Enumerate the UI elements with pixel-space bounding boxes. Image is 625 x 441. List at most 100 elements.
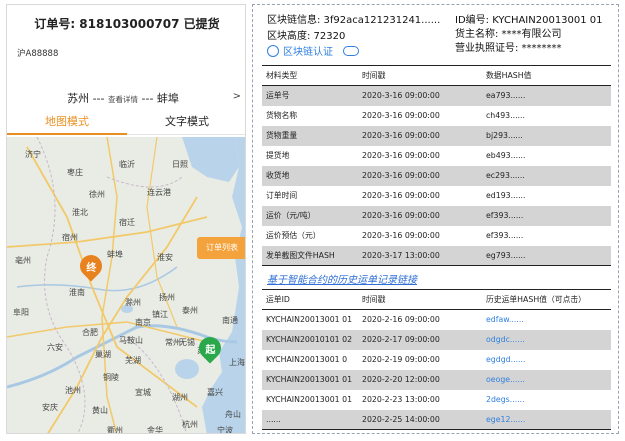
blockchain-cert[interactable]: 区块链认证: [267, 43, 359, 58]
id-number: ID编号: KYCHAIN20013001 01: [455, 15, 603, 26]
hash-value: ch493......: [486, 111, 525, 120]
column-header: 运单ID: [262, 289, 358, 310]
blockchain-panel: 区块链信息: 3f92aca121231241...... 区块高度: 7232…: [252, 4, 619, 434]
timestamp: 2020-2-17 09:00:00: [358, 329, 482, 350]
materials-table: 材料类型 时间戳 数据HASH值 运单号 2020-3-16 09:00:00 …: [262, 65, 611, 266]
waybill-id: KYCHAIN20013001 01: [266, 395, 353, 404]
timestamp: 2020-3-16 09:00:00: [362, 231, 440, 240]
waybill-id: KYCHAIN20013001 0: [266, 355, 348, 364]
timestamp: 2020-3-16 09:00:00: [358, 85, 482, 106]
map-city-label: 黄山: [92, 406, 108, 415]
column-header: 数据HASH值: [482, 65, 611, 86]
material-type: 订单时间: [266, 191, 298, 200]
table-row: ...... 2020-2-25 14:00:00 ege12......: [262, 409, 611, 430]
hash-value: ea793......: [482, 85, 611, 106]
route-bar[interactable]: 苏州 --- 查看详情 --- 蚌埠 >: [7, 90, 245, 108]
timestamp: 2020-3-17 13:00:00: [358, 245, 482, 266]
column-header: 时间戳: [358, 289, 482, 310]
timestamp: 2020-3-16 09:00:00: [362, 191, 440, 200]
route-destination: --- 蚌埠: [141, 92, 179, 105]
hash-value: ed193......: [486, 191, 526, 200]
map-city-label: 日照: [172, 160, 188, 169]
owner-name: 货主名称: ****有限公司: [455, 29, 562, 40]
route-map[interactable]: 济宁 枣庄 临沂 日照 徐州 连云港 宿迁 淮北 蚌埠 淮南 安庆 苏州 合肥 …: [7, 137, 245, 434]
blockchain-info: 区块链信息: 3f92aca121231241......: [267, 15, 441, 26]
map-city-label: 金华: [147, 426, 163, 434]
map-city-label: 嘉兴: [207, 388, 223, 397]
route-origin: 苏州 ---: [67, 92, 105, 105]
map-city-label: 宿州: [62, 233, 78, 242]
map-city-label: 临沂: [119, 160, 135, 169]
material-type: 运价（元/吨）: [262, 205, 358, 226]
table-row: 运价（元/吨） 2020-3-16 09:00:00 ef393......: [262, 205, 611, 226]
material-type: 提货地: [266, 151, 290, 160]
map-city-label: 阜阳: [13, 308, 29, 317]
material-type: 货物重量: [262, 125, 358, 146]
map-city-label: 衢州: [107, 426, 123, 434]
map-city-label: 马鞍山: [119, 336, 143, 345]
map-city-label: 无锡: [179, 338, 195, 347]
shield-icon: [267, 45, 279, 57]
table-row: KYCHAIN20013001 01 2020-2-20 12:00:00 oe…: [262, 369, 611, 390]
cert-label: 区块链认证: [283, 47, 333, 58]
map-city-label: 扬州: [159, 293, 175, 302]
waybill-id: ......: [262, 409, 358, 430]
table-header-row: 材料类型 时间戳 数据HASH值: [262, 65, 611, 86]
hash-value: ec293......: [482, 165, 611, 186]
chevron-right-icon[interactable]: >: [233, 91, 241, 102]
map-city-label: 徐州: [89, 190, 105, 199]
waybill-id: KYCHAIN20010101 02: [262, 329, 358, 350]
map-city-label: 舟山: [225, 410, 241, 419]
active-tab-indicator: [7, 133, 127, 135]
material-type: 运价预估（元）: [266, 231, 321, 240]
history-records-link[interactable]: 基于智能合约的历史运单记录链接: [267, 271, 417, 286]
column-header: 材料类型: [262, 65, 358, 86]
route-details-link[interactable]: 查看详情: [108, 95, 138, 104]
hash-value: eb493......: [486, 151, 526, 160]
timestamp: 2020-3-16 09:00:00: [362, 151, 440, 160]
plate-number: 沪A88888: [17, 49, 59, 59]
map-city-label: 铜陵: [103, 373, 119, 382]
tab-map-mode[interactable]: 地图模式: [7, 113, 127, 129]
material-type: 运单号: [262, 85, 358, 106]
hash-value: eg793......: [482, 245, 611, 266]
table-row: 货物重量 2020-3-16 09:00:00 bj293......: [262, 125, 611, 146]
mobile-order-panel: 订单号: 818103000707 已提货 沪A88888 苏州 --- 查看详…: [6, 4, 246, 434]
map-city-label: 淮安: [157, 253, 173, 262]
history-hash-link[interactable]: odgdc......: [482, 329, 611, 350]
order-list-button[interactable]: 订单列表: [197, 237, 245, 259]
timestamp: 2020-3-16 09:00:00: [358, 125, 482, 146]
column-header: 历史运单HASH值（可点击）: [482, 289, 611, 310]
map-city-label: 宿迁: [119, 218, 135, 227]
map-city-label: 常州: [165, 338, 181, 347]
timestamp: 2020-2-23 13:00:00: [362, 395, 440, 404]
map-city-label: 宣城: [135, 388, 151, 397]
material-type: 发单截图文件HASH: [262, 245, 358, 266]
history-hash-link[interactable]: egdgd......: [482, 350, 611, 370]
table-row: 订单时间 2020-3-16 09:00:00 ed193......: [262, 186, 611, 206]
tab-text-mode[interactable]: 文字模式: [127, 113, 245, 129]
history-hash-link[interactable]: ege12......: [482, 409, 611, 430]
hash-value: bj293......: [482, 125, 611, 146]
map-city-label: 巢湖: [95, 350, 111, 359]
map-city-label: 枣庄: [67, 168, 83, 177]
table-row: 货物名称 2020-3-16 09:00:00 ch493......: [262, 106, 611, 126]
table-row: 运单号 2020-3-16 09:00:00 ea793......: [262, 85, 611, 106]
waybill-id: KYCHAIN20013001 01: [262, 369, 358, 390]
map-city-label: 湖州: [172, 393, 188, 402]
history-hash-link[interactable]: edfaw......: [482, 310, 611, 330]
history-hash-link[interactable]: oeoge......: [482, 369, 611, 390]
timestamp: 2020-2-19 09:00:00: [362, 355, 440, 364]
handshake-icon: [343, 46, 359, 56]
map-city-label: 宁波: [217, 426, 233, 434]
start-marker-label: 起: [205, 344, 215, 356]
map-city-label: 南通: [222, 316, 238, 325]
material-type: 收货地: [262, 165, 358, 186]
history-hash-link[interactable]: 2degs......: [482, 390, 611, 410]
map-city-label: 南京: [135, 318, 151, 327]
hash-value: ef393......: [482, 205, 611, 226]
timestamp: 2020-3-16 09:00:00: [358, 205, 482, 226]
history-table: 运单ID 时间戳 历史运单HASH值（可点击） KYCHAIN20013001 …: [262, 289, 611, 430]
map-city-label: 济宁: [25, 150, 41, 159]
table-row: 发单截图文件HASH 2020-3-17 13:00:00 eg793.....…: [262, 245, 611, 266]
